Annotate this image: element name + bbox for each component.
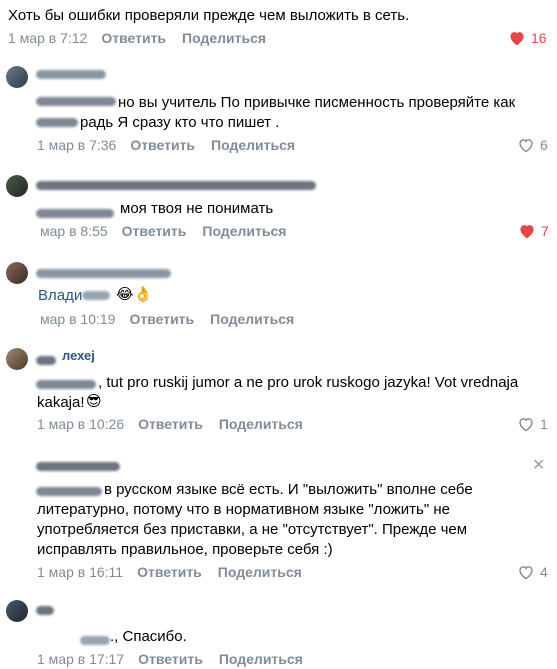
post-text: Хоть бы ошибки проверяли прежде чем выло… — [8, 7, 410, 24]
comment-text: ., Спасибо. — [110, 628, 187, 645]
comment-time[interactable]: мар в 10:19 — [40, 311, 115, 327]
comment-meta: 1 мар в 16:11 Ответить Поделиться — [37, 564, 302, 580]
heart-outline-icon — [519, 566, 533, 580]
reply-button[interactable]: Ответить — [122, 223, 187, 239]
heart-icon — [510, 32, 524, 46]
mention-redacted — [36, 380, 96, 389]
reply-button[interactable]: Ответить — [137, 564, 202, 580]
avatar[interactable] — [6, 262, 28, 284]
mention-redacted — [82, 291, 110, 300]
author-name[interactable]: лехеj — [62, 348, 95, 363]
author-name-redacted — [36, 70, 106, 79]
comment-meta: 1 мар в 17:17 Ответить Поделиться — [37, 651, 303, 667]
post-like-button[interactable]: 16 — [508, 30, 547, 46]
avatar[interactable] — [6, 348, 28, 370]
comment-time[interactable]: 1 мар в 10:26 — [37, 416, 124, 432]
avatar[interactable] — [6, 66, 28, 88]
reply-button[interactable]: Ответить — [129, 311, 194, 327]
comment-text: , tut pro ruskij jumor a ne pro urok rus… — [98, 374, 519, 391]
close-icon[interactable]: ✕ — [532, 455, 545, 475]
mention-redacted — [36, 118, 78, 127]
comment-meta: 1 мар в 7:36 Ответить Поделиться — [37, 137, 295, 153]
author-name-redacted — [36, 356, 56, 365]
post-time[interactable]: 1 мар в 7:12 — [8, 30, 87, 46]
comment-time[interactable]: 1 мар в 16:11 — [37, 564, 123, 580]
heart-icon — [520, 225, 534, 239]
post-like-count: 16 — [531, 30, 547, 46]
like-button[interactable]: 6 — [517, 137, 548, 153]
like-button[interactable]: 4 — [517, 564, 548, 580]
share-button[interactable]: Поделиться — [210, 311, 294, 327]
comment-meta: мар в 10:19 Ответить Поделиться — [40, 311, 294, 327]
emoji: 😂👌 — [116, 286, 153, 303]
like-count: 4 — [540, 564, 548, 580]
comment-meta: мар в 8:55 Ответить Поделиться — [40, 223, 286, 239]
comment-text-line4: исправлять правильное, проверьте себя :) — [37, 541, 333, 558]
author-name-redacted — [36, 462, 120, 471]
like-count: 1 — [540, 416, 548, 432]
comment-time[interactable]: 1 мар в 17:17 — [37, 651, 124, 667]
like-button[interactable]: 1 — [517, 416, 548, 432]
reply-button[interactable]: Ответить — [130, 137, 195, 153]
avatar[interactable] — [6, 175, 28, 197]
like-count: 6 — [540, 137, 548, 153]
comment-text: но вы учитель По привычке писменность пр… — [118, 94, 516, 111]
heart-outline-icon — [519, 139, 533, 153]
post-reply-button[interactable]: Ответить — [101, 30, 166, 46]
share-button[interactable]: Поделиться — [219, 416, 303, 432]
share-button[interactable]: Поделиться — [202, 223, 286, 239]
post-share-button[interactable]: Поделиться — [182, 30, 266, 46]
like-button[interactable]: 7 — [518, 223, 549, 239]
like-count: 7 — [541, 223, 549, 239]
author-name-redacted — [36, 181, 316, 190]
post-meta: 1 мар в 7:12 Ответить Поделиться — [8, 30, 266, 46]
comment-mention[interactable]: Влади — [38, 286, 82, 306]
comment-text: моя твоя не понимать — [120, 200, 274, 217]
emoji: 😎 — [86, 393, 102, 410]
comment-text-line2: литературно, потому что в нормативном яз… — [37, 501, 450, 518]
comment-time[interactable]: мар в 8:55 — [40, 223, 108, 239]
comment-text-line2: kakaja! — [37, 394, 85, 411]
mention-redacted — [36, 209, 114, 218]
comment-time[interactable]: 1 мар в 7:36 — [37, 137, 116, 153]
mention-redacted — [36, 97, 116, 106]
author-name-redacted — [36, 606, 54, 615]
heart-outline-icon — [519, 418, 533, 432]
mention-redacted — [36, 487, 102, 496]
reply-button[interactable]: Ответить — [138, 416, 203, 432]
avatar[interactable] — [6, 600, 28, 622]
comment-text: в русском языке всё есть. И "выложить" в… — [104, 481, 473, 498]
author-name-redacted — [36, 269, 171, 278]
share-button[interactable]: Поделиться — [219, 651, 303, 667]
comment-meta: 1 мар в 10:26 Ответить Поделиться — [37, 416, 303, 432]
comment-text-line3: употребляется без приставки, а не "отсут… — [37, 521, 468, 538]
reply-button[interactable]: Ответить — [138, 651, 203, 667]
mention-redacted — [80, 636, 110, 645]
comment-text-line2: радь Я сразу кто что пишет . — [80, 114, 280, 131]
share-button[interactable]: Поделиться — [211, 137, 295, 153]
share-button[interactable]: Поделиться — [218, 564, 302, 580]
